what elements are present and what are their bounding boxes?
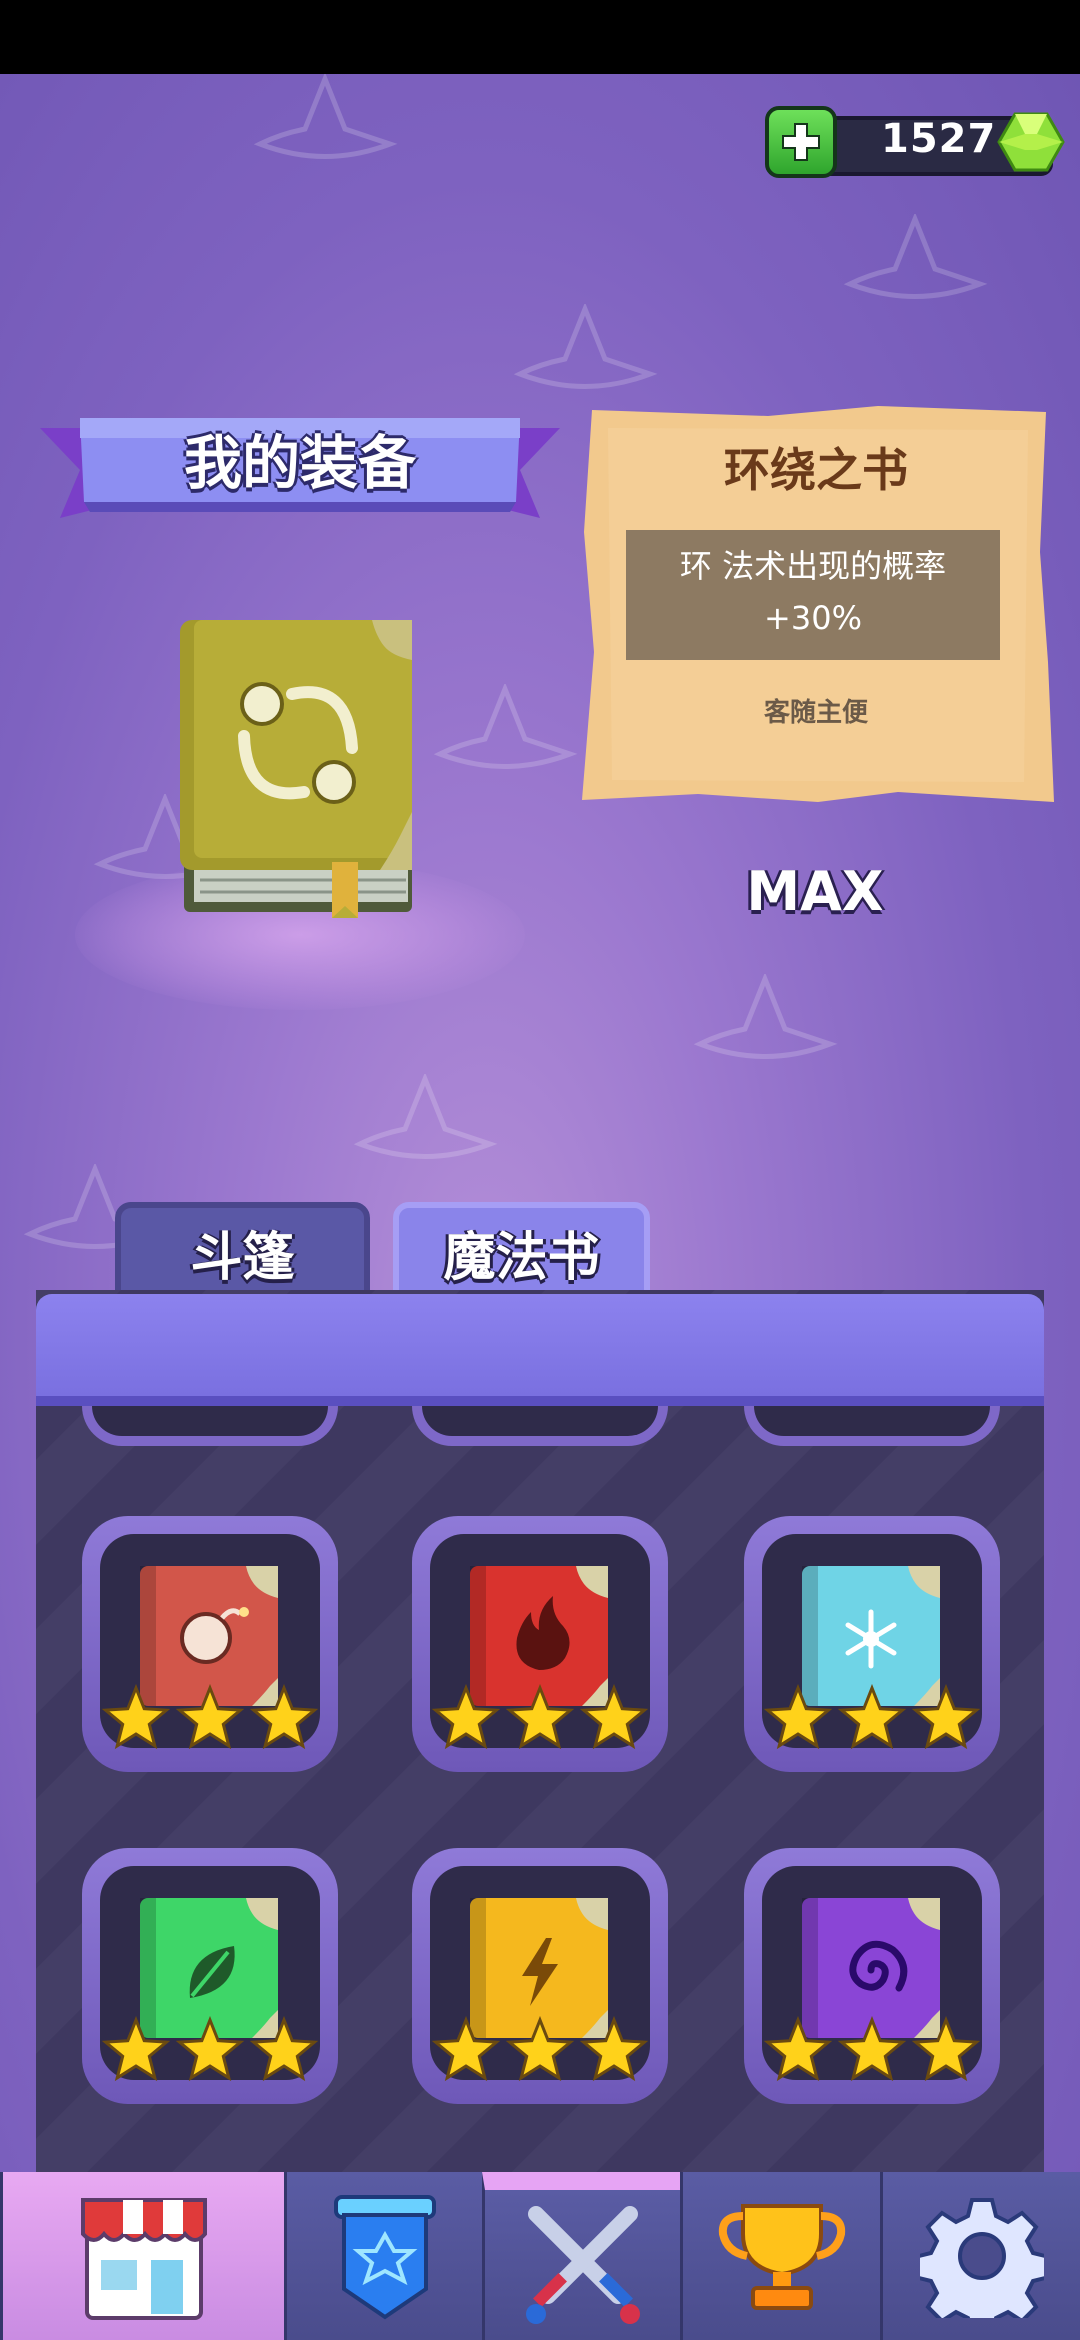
item-info-card: 环绕之书 环 法术出现的概率 +30% 客随主便 (578, 402, 1054, 806)
item-description-line1: 环 法术出现的概率 (679, 547, 947, 585)
star-icon (911, 2016, 981, 2082)
item-tag: 客随主便 (763, 698, 868, 728)
inventory-slot-partial[interactable] (744, 1406, 1000, 1446)
star-icon (763, 1684, 833, 1750)
star-icon (505, 1684, 575, 1750)
item-description: 环 法术出现的概率 +30% (626, 530, 1000, 660)
hat-pattern-icon (513, 304, 658, 389)
star-icon (579, 2016, 649, 2082)
nav-shield[interactable] (284, 2172, 482, 2340)
inventory-slot-partial[interactable] (82, 1406, 338, 1446)
tab-spellbook[interactable]: 魔法书 (393, 1202, 650, 1302)
add-gems-button[interactable] (765, 106, 837, 178)
nav-leaderboard[interactable] (680, 2172, 880, 2340)
shop-icon (80, 2198, 207, 2320)
hat-pattern-icon (843, 214, 988, 299)
hat-pattern-icon (253, 74, 398, 159)
star-icon (249, 2016, 319, 2082)
inventory-slot-partial[interactable] (412, 1406, 668, 1446)
star-rating (431, 1684, 649, 1750)
nav-shop[interactable] (0, 2172, 284, 2340)
green-gem-icon (997, 112, 1065, 172)
shield-icon (333, 2195, 436, 2320)
item-description-line2: +30% (764, 599, 862, 637)
inventory-slot-leaf-book[interactable] (82, 1848, 338, 2104)
star-icon (101, 2016, 171, 2082)
inventory-slot-spiral-book[interactable] (744, 1848, 1000, 2104)
star-icon (175, 1684, 245, 1750)
tab-cloak[interactable]: 斗篷 (115, 1202, 370, 1302)
plus-icon (782, 123, 820, 161)
gem-currency-counter: 1527 (765, 106, 1065, 178)
inventory-slot-lightning-book[interactable] (412, 1848, 668, 2104)
nav-battle[interactable] (482, 2172, 680, 2340)
nav-settings[interactable] (880, 2172, 1080, 2340)
hat-pattern-icon (353, 1074, 498, 1159)
star-icon (431, 2016, 501, 2082)
inventory-slot-fire-book[interactable] (412, 1516, 668, 1772)
star-icon (837, 2016, 907, 2082)
item-level-max: MAX (746, 860, 884, 923)
star-icon (911, 1684, 981, 1750)
star-icon (431, 1684, 501, 1750)
inventory-slot-bomb-book[interactable] (82, 1516, 338, 1772)
item-name: 环绕之书 (724, 443, 908, 497)
star-icon (579, 1684, 649, 1750)
hat-pattern-icon (693, 974, 838, 1059)
star-icon (505, 2016, 575, 2082)
bottom-navigation (0, 2172, 1080, 2340)
hat-pattern-icon (433, 684, 578, 769)
status-bar (0, 0, 1080, 74)
star-rating (763, 2016, 981, 2082)
star-icon (837, 1684, 907, 1750)
star-icon (175, 2016, 245, 2082)
settings-gear-icon (919, 2198, 1044, 2318)
inventory-panel-header (36, 1294, 1044, 1406)
star-rating (431, 2016, 649, 2082)
crossed-swords-icon (525, 2206, 640, 2324)
star-icon (101, 1684, 171, 1750)
star-rating (101, 2016, 319, 2082)
equipment-title: 我的装备 (183, 429, 416, 497)
equipment-banner: 我的装备 (40, 398, 560, 528)
trophy-icon (718, 2204, 845, 2310)
gem-amount: 1527 (881, 116, 997, 162)
star-icon (249, 1684, 319, 1750)
orbit-book-icon[interactable] (180, 612, 420, 918)
inventory-slot-ice-book[interactable] (744, 1516, 1000, 1772)
star-rating (763, 1684, 981, 1750)
star-icon (763, 2016, 833, 2082)
star-rating (101, 1684, 319, 1750)
